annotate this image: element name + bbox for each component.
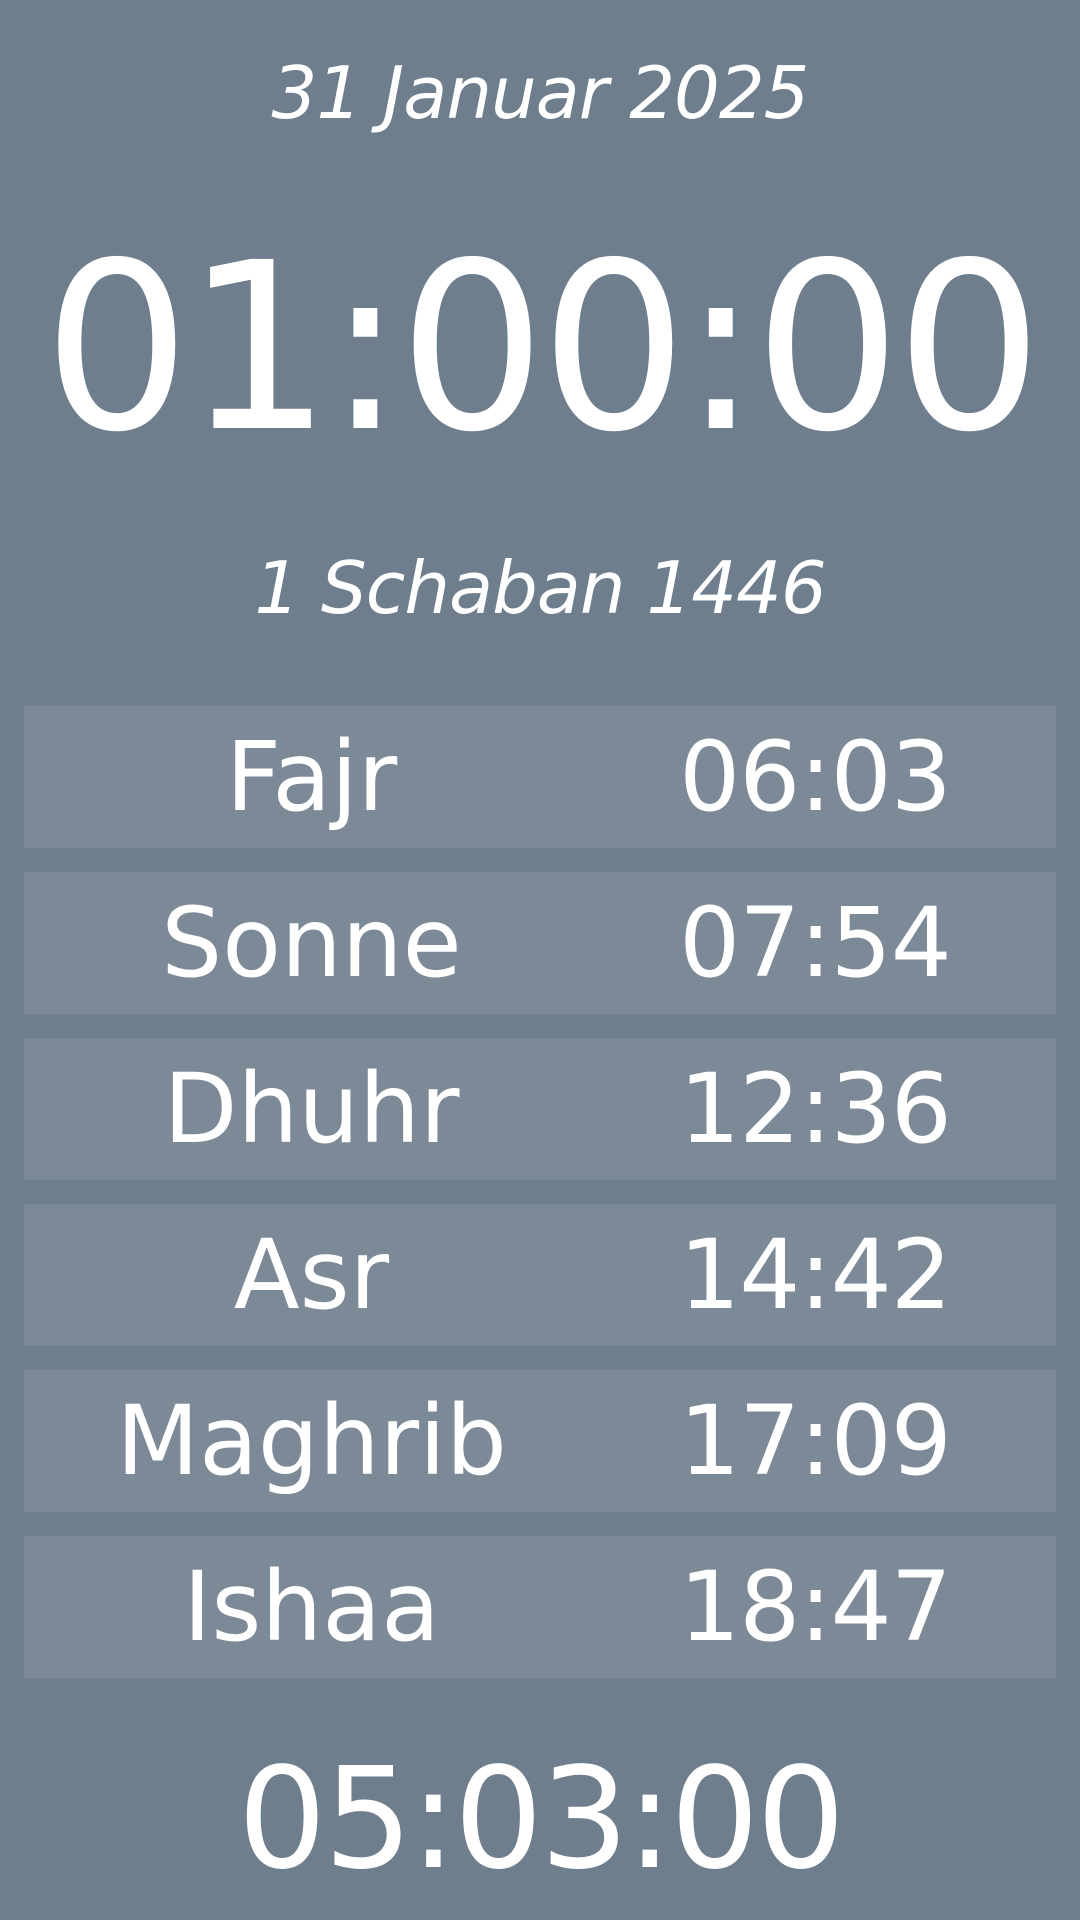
prayer-row-sonne: Sonne 07:54 xyxy=(24,872,1056,1014)
prayer-time: 18:47 xyxy=(679,1551,952,1663)
prayer-name: Fajr xyxy=(225,721,398,833)
prayer-time: 12:36 xyxy=(679,1053,952,1165)
current-time-clock: 01:00:00 xyxy=(43,213,1043,483)
prayer-times-list: Fajr 06:03 Sonne 07:54 Dhuhr 12:36 Asr 1… xyxy=(24,706,1056,1702)
prayer-row-dhuhr: Dhuhr 12:36 xyxy=(24,1038,1056,1180)
next-prayer-countdown: 05:03:00 xyxy=(237,1738,846,1901)
gregorian-date: 31 Januar 2025 xyxy=(271,51,810,135)
prayer-row-maghrib: Maghrib 17:09 xyxy=(24,1370,1056,1512)
prayer-time: 17:09 xyxy=(679,1385,952,1497)
prayer-name: Dhuhr xyxy=(163,1053,460,1165)
prayer-time: 14:42 xyxy=(679,1219,952,1331)
prayer-times-screen: 31 Januar 2025 01:00:00 1 Schaban 1446 F… xyxy=(0,0,1080,1920)
prayer-row-ishaa: Ishaa 18:47 xyxy=(24,1536,1056,1678)
prayer-name: Ishaa xyxy=(183,1551,440,1663)
prayer-row-asr: Asr 14:42 xyxy=(24,1204,1056,1346)
prayer-name: Sonne xyxy=(161,887,462,999)
prayer-time: 07:54 xyxy=(679,887,952,999)
prayer-time: 06:03 xyxy=(679,721,952,833)
hijri-date: 1 Schaban 1446 xyxy=(254,546,826,630)
prayer-name: Maghrib xyxy=(116,1385,507,1497)
prayer-row-fajr: Fajr 06:03 xyxy=(24,706,1056,848)
prayer-name: Asr xyxy=(233,1219,390,1331)
